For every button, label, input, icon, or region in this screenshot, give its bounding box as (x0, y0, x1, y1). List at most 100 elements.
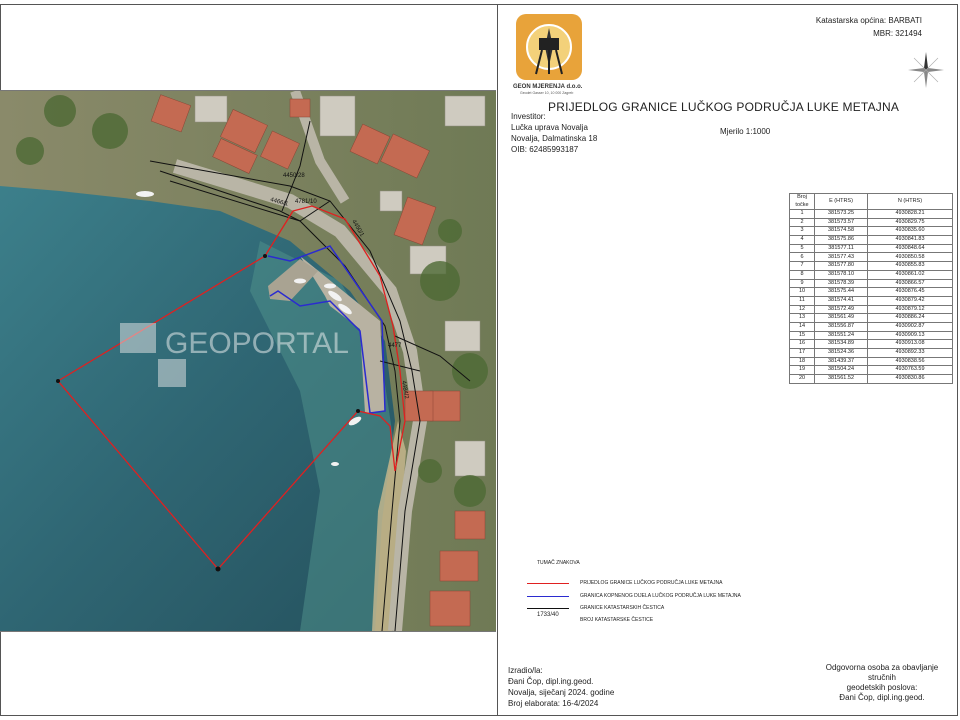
table-cell: 4 (789, 235, 815, 245)
table-cell: 4930892.33 (867, 348, 953, 358)
table-cell: 4930838.56 (867, 356, 953, 367)
north-arrow-icon (908, 52, 944, 88)
table-cell: 381556.87 (814, 321, 868, 332)
investor-oib: OIB: 62485993187 (511, 145, 579, 154)
table-row: 12 381572.49 4930879.12 (789, 304, 953, 315)
mbr-value: 321494 (895, 29, 922, 38)
parcel-label: 4781/10 (295, 199, 317, 205)
table-cell: 381439.37 (814, 356, 868, 367)
table-cell: 381572.49 (814, 304, 868, 315)
table-cell: 4930828.21 (867, 209, 953, 219)
table-cell: 4930835.60 (867, 226, 953, 237)
table-cell: 381578.39 (814, 278, 868, 289)
table-cell: 20 (789, 374, 815, 384)
mbr-row: MBR: 321494 (816, 27, 922, 40)
table-cell: 2 (789, 217, 815, 228)
table-row: 17 381524.36 4930892.33 (789, 348, 953, 358)
table-cell: 11 (789, 295, 815, 306)
legend-item-land-boundary: GRANICA KOPNENOG DIJELA LUČKOG PODRUČJA … (580, 593, 741, 599)
investor-address: Novalja, Dalmatinska 18 (511, 134, 598, 143)
watermark-text: GEOPORTAL (165, 327, 349, 360)
table-body: 1 381573.25 4930828.21 2 381573.57 4930829.75… (789, 209, 953, 384)
investor-label: Investitor: (511, 112, 546, 121)
table-cell: 381524.36 (814, 348, 868, 358)
table-row: 6 381577.43 4930850.58 (789, 252, 953, 263)
table-row: 11 381574.41 4930879.42 (789, 295, 953, 306)
document-date: Novalja, siječanj 2024. godine (508, 688, 615, 697)
table-cell: 19 (789, 365, 815, 376)
table-cell: 381573.25 (814, 209, 868, 219)
company-subtitle: Geodet Gasser 10, 10 000 Zagreb (520, 91, 574, 95)
table-cell: 381575.44 (814, 287, 868, 297)
coordinates-table: Broj točke E (HTRS) N (HTRS) 1 381573.25 4… (789, 193, 953, 384)
table-row: 14 381556.87 4930902.87 (789, 321, 953, 332)
table-cell: 381504.24 (814, 365, 868, 376)
table-cell: 4930886.24 (867, 313, 953, 323)
table-cell: 15 (789, 330, 815, 341)
table-cell: 4930913.08 (867, 339, 953, 349)
legend-parcel-example: 1733/40 (537, 612, 559, 618)
table-cell: 381573.57 (814, 217, 868, 228)
cadastral-label: Katastarska općina: (815, 16, 887, 25)
cadastral-municipality: Katastarska općina: BARBATI (816, 14, 922, 27)
table-cell: 12 (789, 304, 815, 315)
investor-name: Lučka uprava Novalja (511, 123, 588, 132)
table-cell: 381575.86 (814, 235, 868, 245)
prepared-by-block: Izradio/la: Đani Čop, dipl.ing.geod. Nov… (508, 665, 614, 709)
table-row: 1 381573.25 4930828.21 (789, 209, 953, 219)
table-cell: 4930879.42 (867, 295, 953, 306)
table-cell: 381578.10 (814, 269, 868, 280)
table-cell: 381534.89 (814, 339, 868, 349)
table-cell: 7 (789, 261, 815, 271)
elaborate-number: Broj elaborata: 16-4/2024 (508, 699, 599, 708)
responsible-label-1: Odgovorna osoba za obavljanje stručnih (825, 663, 939, 682)
table-row: 16 381534.89 4930913.08 (789, 339, 953, 349)
table-cell: 6 (789, 252, 815, 263)
prepared-label: Izradio/la: (508, 666, 543, 675)
document-title: PRIJEDLOG GRANICE LUČKOG PODRUČJA LUKE M… (548, 100, 900, 114)
table-row: 3 381574.58 4930835.60 (789, 226, 953, 237)
table-cell: 8 (789, 269, 815, 280)
column-header: N (HTRS) (867, 193, 953, 210)
table-cell: 13 (789, 313, 815, 323)
table-cell: 4930902.87 (867, 321, 953, 332)
table-cell: 10 (789, 287, 815, 297)
mbr-label: MBR: (873, 29, 894, 38)
investor-block: Investitor: Lučka uprava Novalja Novalja… (511, 111, 597, 155)
table-cell: 381561.52 (814, 374, 868, 384)
table-cell: 4930855.83 (867, 261, 953, 271)
table-row: 9 381578.39 4930866.57 (789, 278, 953, 289)
legend-red-line (527, 583, 569, 584)
legend-black-line (527, 608, 569, 609)
parcel-label: 4477 (388, 343, 402, 349)
legend-item-boundary: PRIJEDLOG GRANICE LUČKOG PODRUČJA LUKE M… (580, 580, 723, 586)
table-header-row: Broj točke E (HTRS) N (HTRS) (789, 193, 953, 210)
table-cell: 381551.24 (814, 330, 868, 341)
table-cell: 4930841.83 (867, 235, 953, 245)
parcel-label: 4450/28 (283, 173, 305, 179)
table-row: 10 381575.44 4930876.45 (789, 287, 953, 297)
table-row: 4 381575.86 4930841.83 (789, 235, 953, 245)
map-svg: GEOPORTAL 4450/28 4781/10 4466/1 4450/1 … (0, 91, 496, 631)
table-row: 20 381561.52 4930830.86 (789, 374, 953, 384)
cadastral-info: Katastarska općina: BARBATI MBR: 321494 (816, 14, 922, 40)
legend-item-parcel-number: BROJ KATASTARSKE ČESTICE (580, 617, 654, 623)
table-cell: 4930909.13 (867, 330, 953, 341)
table-cell: 381577.43 (814, 252, 868, 263)
table-cell: 381577.11 (814, 243, 868, 254)
prepared-name: Đani Čop, dipl.ing.geod. (508, 677, 594, 686)
table-cell: 4930850.58 (867, 252, 953, 263)
table-row: 5 381577.11 4930848.64 (789, 243, 953, 254)
legend-item-parcels: GRANICE KATASTARSKIH ČESTICA (580, 605, 665, 611)
table-cell: 4930829.75 (867, 217, 953, 228)
table-cell: 4930763.59 (867, 365, 953, 376)
column-header: Broj točke (789, 193, 815, 210)
legend-blue-line (527, 596, 569, 597)
table-cell: 381574.58 (814, 226, 868, 237)
aerial-map[interactable]: GEOPORTAL 4450/28 4781/10 4466/1 4450/1 … (0, 90, 496, 632)
table-cell: 3 (789, 226, 815, 237)
table-cell: 4930830.86 (867, 374, 953, 384)
table-row: 18 381439.37 4930838.56 (789, 356, 953, 367)
table-cell: 4930866.57 (867, 278, 953, 289)
responsible-name: Đani Čop, dipl.ing.geod. (839, 693, 925, 702)
